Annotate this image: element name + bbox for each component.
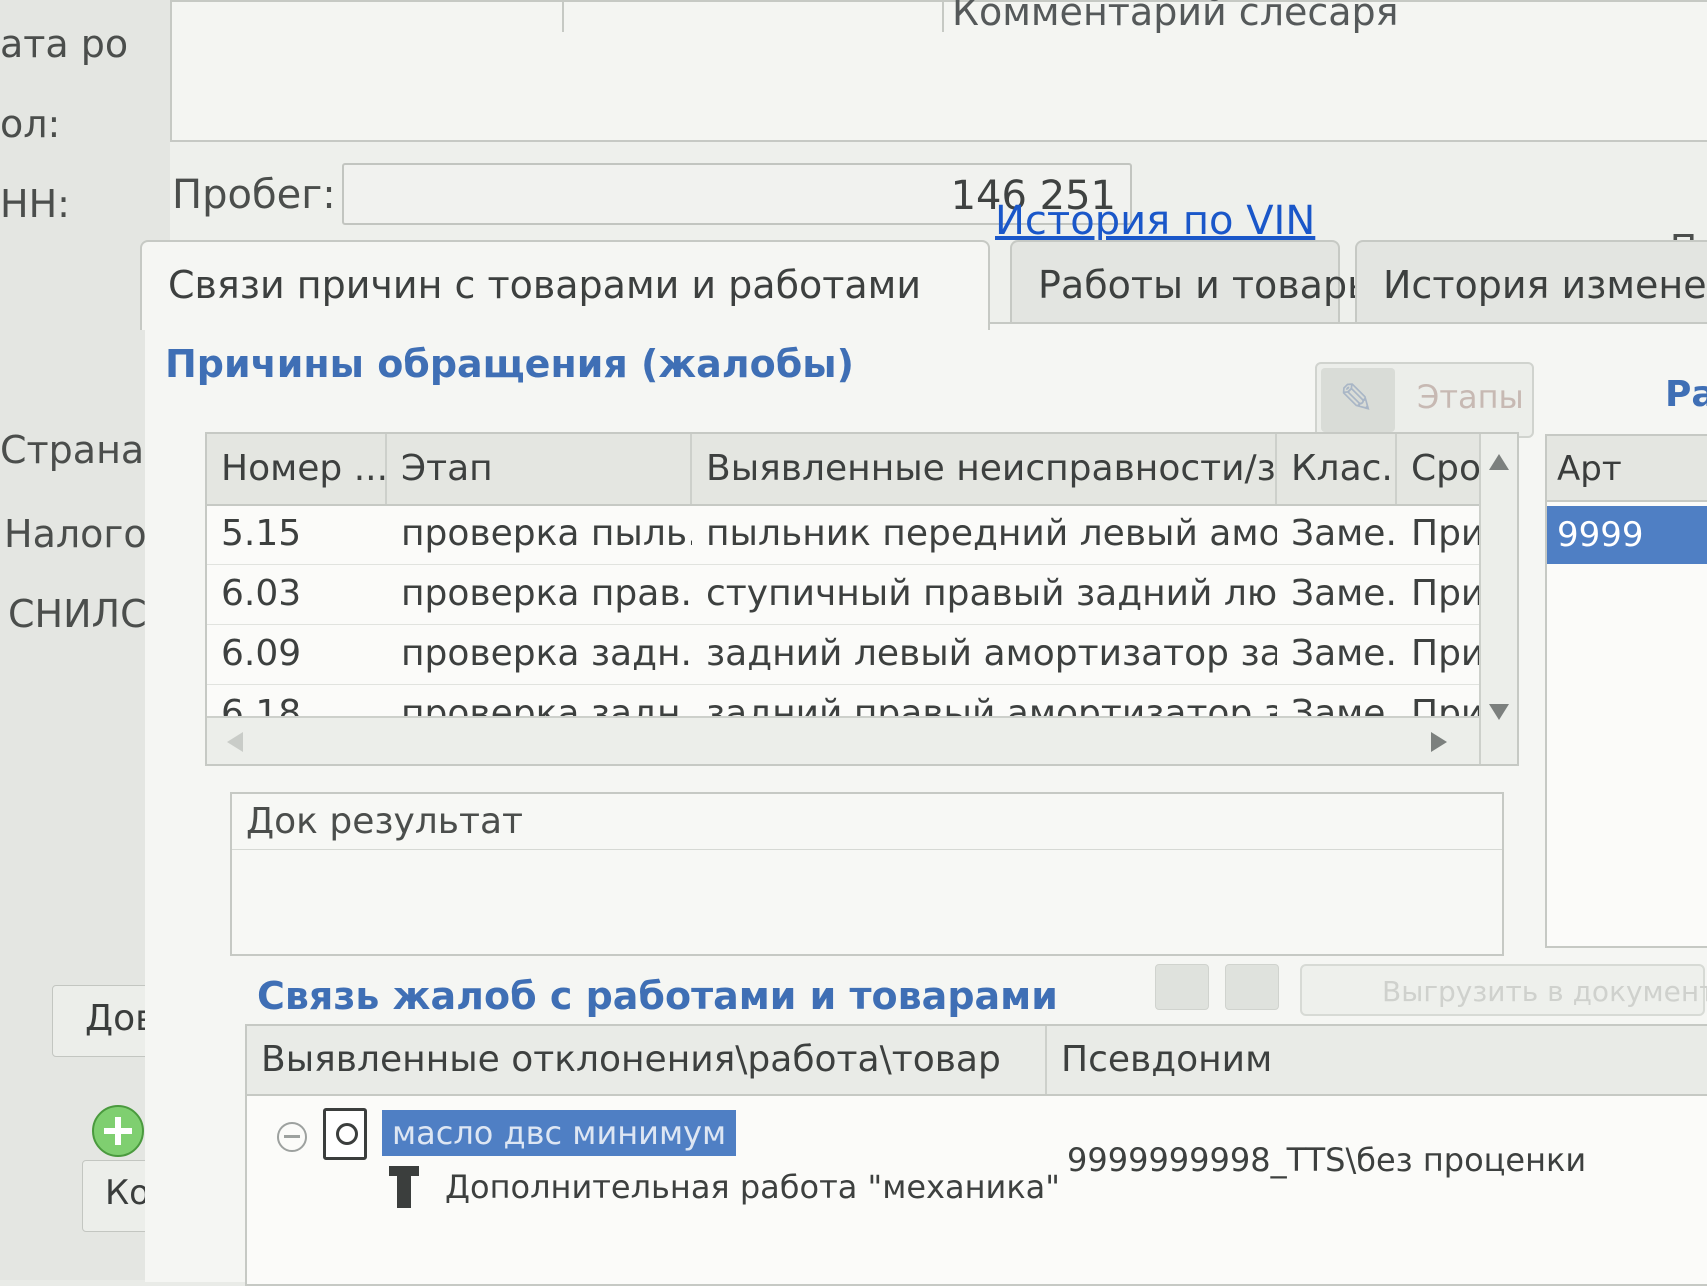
paste-icon[interactable] <box>1225 964 1279 1010</box>
cell-urgency: При п <box>1411 573 1481 614</box>
links-tree[interactable]: Выявленные отклонения\работа\товар Псевд… <box>245 1024 1707 1286</box>
column-header-urgency[interactable]: Срочн <box>1397 434 1481 504</box>
mechanic-comment-header: Комментарий слесаря <box>952 0 1399 34</box>
table-row[interactable]: 5.15 проверка пыль... пыльник передний л… <box>207 504 1517 565</box>
vertical-scrollbar[interactable] <box>1479 434 1517 764</box>
column-header-class[interactable]: Клас... <box>1277 434 1397 504</box>
column-header-stage[interactable]: Этап <box>387 434 692 504</box>
work-icon <box>389 1166 419 1208</box>
tree-item-sub[interactable]: Дополнительная работа "механика" <box>445 1168 1060 1206</box>
unload-to-documents-button[interactable]: Выгрузить в документы <box>1300 964 1707 1016</box>
table-row[interactable]: 6.09 проверка задн... задний левый аморт… <box>207 624 1517 685</box>
doc-result-label: Док результат <box>232 794 1502 850</box>
scroll-down-icon[interactable] <box>1489 704 1509 720</box>
cell-fault: задний левый амортизатор замена <box>706 633 1277 674</box>
copy-icon[interactable] <box>1155 964 1209 1010</box>
tree-header: Выявленные отклонения\работа\товар Псевд… <box>247 1026 1707 1096</box>
tab-panel: Причины обращения (жалобы) Ра Этапы Номе… <box>145 322 1707 1286</box>
cell-class: Заме... <box>1291 573 1397 614</box>
add-icon[interactable] <box>92 1105 144 1157</box>
doc-result-field[interactable]: Док результат <box>230 792 1504 956</box>
tab-change-history[interactable]: История изменений <box>1355 240 1707 326</box>
selected-article-row[interactable]: 9999 <box>1547 506 1707 564</box>
tab-works-goods[interactable]: Работы и товары <box>1010 240 1377 326</box>
cell-stage: проверка задн... <box>401 633 692 674</box>
pencil-icon <box>1321 368 1395 432</box>
complaints-table[interactable]: Номер ... Этап Выявленные неисправности/… <box>205 432 1519 766</box>
cell-stage: проверка прав... <box>401 573 692 614</box>
links-title: Связь жалоб с работами и товарами <box>257 974 1058 1018</box>
collapse-icon[interactable] <box>277 1122 307 1152</box>
mileage-label: Пробег: <box>172 172 336 218</box>
column-header-number[interactable]: Номер ... <box>207 434 387 504</box>
cell-number: 5.15 <box>221 513 302 554</box>
tab-strip: Связи причин с товарами и работами Работ… <box>140 240 1707 330</box>
right-edge-label-mid: Ра <box>1665 374 1707 415</box>
horizontal-scrollbar[interactable] <box>207 716 1517 764</box>
mechanic-comment-box[interactable]: Комментарий слесаря <box>170 0 1707 142</box>
gender-label: ол: <box>0 102 61 146</box>
selected-tree-item[interactable]: масло двс минимум <box>382 1110 737 1156</box>
side-articles-table[interactable]: Арт 9999 <box>1545 434 1707 948</box>
cell-number: 6.03 <box>221 573 302 614</box>
table-header: Номер ... Этап Выявленные неисправности/… <box>207 434 1517 506</box>
country-label: Страна: <box>0 428 158 472</box>
cell-class: Заме... <box>1291 633 1397 674</box>
column-header-deviation[interactable]: Выявленные отклонения\работа\товар <box>247 1026 1047 1094</box>
cell-urgency: При п <box>1411 513 1481 554</box>
snils-label: СНИЛС <box>8 592 147 636</box>
cell-stage: проверка пыль... <box>401 513 692 554</box>
vin-history-link[interactable]: История по VIN <box>995 198 1315 244</box>
scroll-up-icon[interactable] <box>1489 454 1509 470</box>
inn-label: НН: <box>0 182 70 226</box>
cell-fault: ступичный правый задний люфт <box>706 573 1277 614</box>
main-area: Комментарий слесаря Пробег: 146 251 Исто… <box>140 0 1707 1286</box>
alias-value: 9999999998_TTS\без проценки <box>1067 1141 1587 1179</box>
column-header-article[interactable]: Арт <box>1547 436 1707 502</box>
column-header-faults[interactable]: Выявленные неисправности/зап.ча... <box>692 434 1277 504</box>
complaints-title: Причины обращения (жалобы) <box>165 342 854 386</box>
document-search-icon <box>323 1108 367 1160</box>
scroll-left-icon[interactable] <box>227 732 243 752</box>
column-divider <box>562 2 564 32</box>
stages-button[interactable]: Этапы <box>1315 362 1534 438</box>
date-label: ата ро <box>0 22 129 66</box>
cell-fault: пыльник передний левый амортиз... <box>706 513 1277 554</box>
table-row[interactable]: 6.03 проверка прав... ступичный правый з… <box>207 564 1517 625</box>
cell-number: 6.09 <box>221 633 302 674</box>
tab-cause-links[interactable]: Связи причин с товарами и работами <box>140 240 990 330</box>
cell-class: Заме... <box>1291 513 1397 554</box>
scroll-right-icon[interactable] <box>1431 732 1447 752</box>
cell-urgency: При п <box>1411 633 1481 674</box>
column-header-alias[interactable]: Псевдоним <box>1047 1026 1707 1094</box>
column-divider <box>942 2 944 32</box>
stages-button-label: Этапы <box>1417 378 1524 416</box>
